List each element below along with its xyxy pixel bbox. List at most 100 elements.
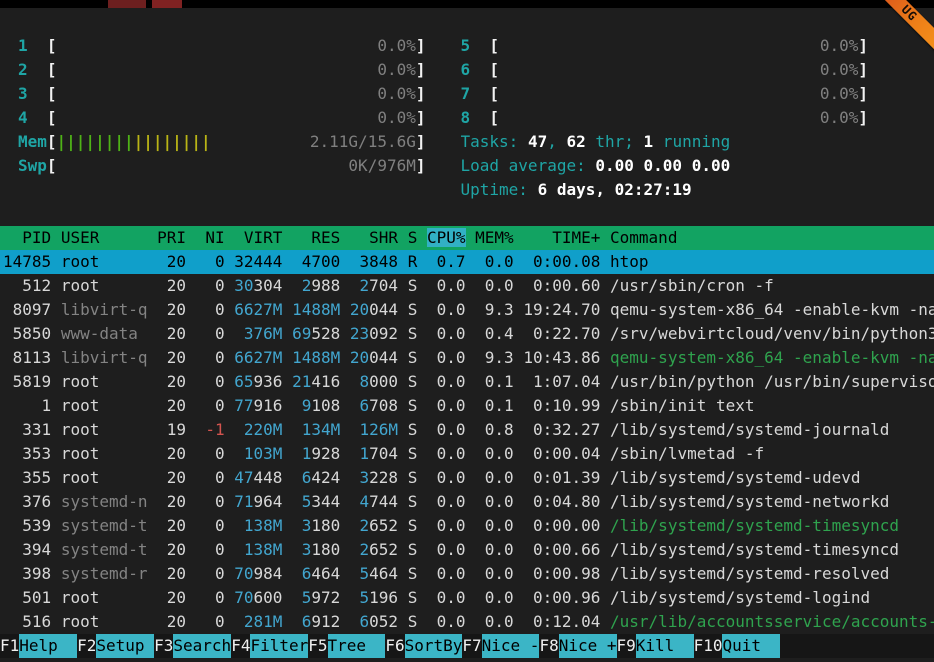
process-row[interactable]: 539 systemd-t 20 0 138M 3180 2652 S 0.0 … (0, 514, 934, 538)
fkey-f5[interactable]: F5Tree (308, 634, 385, 658)
fkey-f2[interactable]: F2Setup (77, 634, 154, 658)
cpu-meter-6: 6[0.0%] (461, 58, 869, 82)
cell-s: S (408, 300, 418, 319)
column-header-s[interactable]: S (408, 228, 418, 247)
cell-virt: 70 (234, 588, 253, 607)
column-header-time[interactable]: TIME+ (523, 228, 600, 247)
cell-pid: 355 (3, 468, 51, 487)
cell-mem: 0.0 (475, 468, 514, 487)
column-header-ni[interactable]: NI (196, 228, 225, 247)
cell-cmd: /srv/webvirtcloud/venv/bin/python3 (610, 324, 934, 343)
cell-cpu: 0.0 (427, 492, 466, 511)
load-average-line-segment: 0.00 (692, 154, 731, 178)
cell-res: 180 (311, 516, 340, 535)
process-row[interactable]: 516 root 20 0 281M 6912 6052 S 0.0 0.0 0… (0, 610, 934, 634)
cell-s: S (408, 396, 418, 415)
cell-pri: 20 (157, 348, 186, 367)
fkey-f8[interactable]: F8Nice + (539, 634, 616, 658)
cell-pri: 20 (157, 540, 186, 559)
cell-s: S (408, 492, 418, 511)
tasks-line-segment: 62 (566, 130, 585, 154)
process-row[interactable]: 394 systemd-t 20 0 138M 3180 2652 S 0.0 … (0, 538, 934, 562)
cell-pri: 20 (157, 468, 186, 487)
cell-cpu: 0.0 (427, 468, 466, 487)
fkey-action: Search (173, 634, 231, 658)
column-header-cmd[interactable]: Command (610, 228, 677, 247)
cell-user: libvirt-q (61, 348, 148, 367)
cell-s: S (408, 564, 418, 583)
cell-pid: 353 (3, 444, 51, 463)
cpu-meter-3: 3[0.0%] (18, 82, 426, 106)
bracket-open: [ (47, 34, 57, 58)
cell-virt: 6627M (234, 300, 282, 319)
process-row[interactable]: 14785 root 20 0 32444 4700 3848 R 0.7 0.… (0, 250, 934, 274)
cell-res: 134M (292, 420, 340, 439)
fkey-f3[interactable]: F3Search (154, 634, 231, 658)
process-row[interactable]: 353 root 20 0 103M 1928 1704 S 0.0 0.0 0… (0, 442, 934, 466)
bracket-open: [ (47, 106, 57, 130)
fkey-f10[interactable]: F10Quit (694, 634, 781, 658)
column-header-pri[interactable]: PRI (157, 228, 186, 247)
cell-shr: 126M (350, 420, 398, 439)
cell-virt: 103M (234, 444, 282, 463)
cell-pid: 8113 (3, 348, 51, 367)
bracket-close: ] (858, 58, 868, 82)
process-row[interactable]: 376 systemd-n 20 0 71964 5344 4744 S 0.0… (0, 490, 934, 514)
column-header-virt[interactable]: VIRT (234, 228, 282, 247)
fkey-f1[interactable]: F1Help (0, 634, 77, 658)
fkey-f6[interactable]: F6SortBy (385, 634, 462, 658)
column-header-shr[interactable]: SHR (350, 228, 398, 247)
fkey-f4[interactable]: F4Filter (231, 634, 308, 658)
process-row[interactable]: 501 root 20 0 70600 5972 5196 S 0.0 0.0 … (0, 586, 934, 610)
cell-virt: 448 (254, 468, 283, 487)
fkey-f7[interactable]: F7Nice - (462, 634, 539, 658)
cell-cpu: 0.0 (427, 612, 466, 631)
cell-cpu: 0.0 (427, 348, 466, 367)
cell-time: 0:12.04 (523, 612, 600, 631)
process-row[interactable]: 355 root 20 0 47448 6424 3228 S 0.0 0.0 … (0, 466, 934, 490)
process-row[interactable]: 5850 www-data 20 0 376M 69528 23092 S 0.… (0, 322, 934, 346)
cell-res: 972 (311, 588, 340, 607)
memory-bar-used: |||||||| (57, 130, 134, 154)
cell-cpu: 0.0 (427, 324, 466, 343)
process-row[interactable]: 8097 libvirt-q 20 0 6627M 1488M 20044 S … (0, 298, 934, 322)
cell-mem: 9.3 (475, 300, 514, 319)
cell-time: 0:01.39 (523, 468, 600, 487)
cpu-meter-8-label: 8 (461, 106, 490, 130)
column-header-res[interactable]: RES (292, 228, 340, 247)
cell-shr: 3 (350, 468, 369, 487)
cell-ni: 0 (196, 516, 225, 535)
cell-res: 6 (292, 564, 311, 583)
cell-mem: 0.4 (475, 324, 514, 343)
cell-mem: 0.0 (475, 516, 514, 535)
cell-shr: 000 (369, 372, 398, 391)
column-header-mem[interactable]: MEM% (475, 228, 514, 247)
cell-shr: 708 (369, 396, 398, 415)
process-row[interactable]: 331 root 19 -1 220M 134M 126M S 0.0 0.8 … (0, 418, 934, 442)
load-average-line: Load average: 0.00 0.00 0.00 (461, 154, 869, 178)
cpu-meter-3-label: 3 (18, 82, 47, 106)
fkey-f9[interactable]: F9Kill (617, 634, 694, 658)
column-header-user[interactable]: USER (61, 228, 148, 247)
tasks-line-segment: 1 (644, 130, 654, 154)
process-row[interactable]: 5819 root 20 0 65936 21416 8000 S 0.0 0.… (0, 370, 934, 394)
fkey-number: F2 (77, 634, 96, 658)
cell-pid: 512 (3, 276, 51, 295)
process-row[interactable]: 8113 libvirt-q 20 0 6627M 1488M 20044 S … (0, 346, 934, 370)
blank-line (0, 202, 934, 226)
column-header-cpu[interactable]: CPU% (427, 228, 466, 247)
bracket-open: [ (47, 58, 57, 82)
bracket-close: ] (416, 82, 426, 106)
process-row[interactable]: 1 root 20 0 77916 9108 6708 S 0.0 0.1 0:… (0, 394, 934, 418)
cell-ni: 0 (196, 564, 225, 583)
cell-pid: 539 (3, 516, 51, 535)
process-row[interactable]: 512 root 20 0 30304 2988 2704 S 0.0 0.0 … (0, 274, 934, 298)
cell-time: 0:32.27 (523, 420, 600, 439)
cell-ni: 0 (196, 588, 225, 607)
column-header-pid[interactable]: PID (3, 228, 51, 247)
cell-s: S (408, 444, 418, 463)
cell-res: 3 (292, 540, 311, 559)
cell-shr: 464 (369, 564, 398, 583)
process-row[interactable]: 398 systemd-r 20 0 70984 6464 5464 S 0.0… (0, 562, 934, 586)
bracket-open: [ (47, 154, 57, 178)
